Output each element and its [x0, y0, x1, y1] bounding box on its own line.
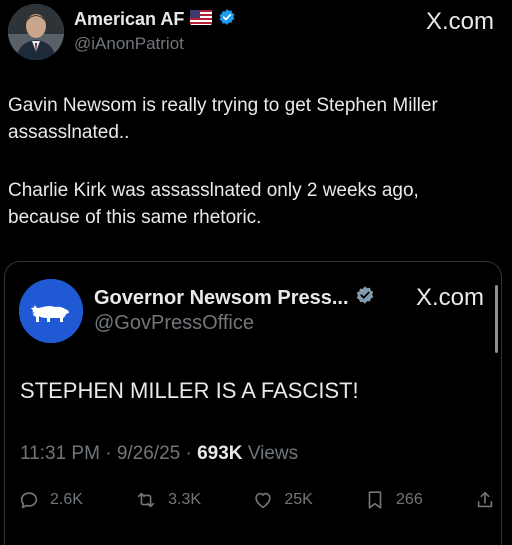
bookmark-button[interactable]: 266	[364, 488, 423, 512]
quote-text: STEPHEN MILLER IS A FASCIST!	[20, 378, 359, 403]
quote-author-name-text: Governor Newsom Press...	[94, 286, 349, 309]
xcom-brand: X.com	[426, 8, 494, 36]
post-metadata: 11:31 PM · 9/26/25 · 693K Views	[20, 443, 298, 465]
bookmark-count: 266	[396, 491, 423, 508]
avatar-image	[8, 4, 64, 60]
author-avatar[interactable]	[8, 4, 64, 60]
views-label: Views	[247, 443, 299, 464]
us-flag-icon	[190, 9, 213, 30]
share-button[interactable]	[474, 489, 496, 511]
reply-button[interactable]: 2.6K	[18, 489, 83, 511]
like-button[interactable]: 25K	[252, 489, 313, 511]
verified-badge-icon	[218, 8, 236, 31]
views-count: 693K	[197, 443, 243, 464]
scrollbar[interactable]	[495, 285, 498, 353]
reply-icon	[20, 492, 38, 509]
bookmark-icon	[368, 491, 382, 509]
quote-xcom-brand: X.com	[415, 284, 484, 311]
quote-avatar[interactable]	[19, 279, 83, 343]
post-paragraph-1: Gavin Newsom is really trying to get Ste…	[8, 95, 438, 143]
author-name-text: American AF	[74, 9, 185, 29]
meta-separator: ·	[105, 443, 117, 464]
repost-count: 3.3K	[168, 491, 202, 508]
meta-separator: ·	[185, 443, 198, 464]
california-bear-icon	[19, 279, 83, 343]
heart-icon	[255, 492, 272, 509]
gray-verified-badge-icon	[355, 285, 375, 311]
repost-button[interactable]: 3.3K	[134, 489, 201, 511]
quote-author-name[interactable]: Governor Newsom Press...	[94, 285, 375, 311]
quote-author-handle[interactable]: @GovPressOffice	[94, 312, 254, 335]
reply-count: 2.6K	[50, 491, 83, 508]
like-count: 25K	[284, 491, 313, 508]
post-paragraph-2: Charlie Kirk was assasslnated only 2 wee…	[8, 180, 419, 228]
xcom-text: X.com	[425, 8, 494, 35]
author-handle[interactable]: @iAnonPatriot	[74, 34, 184, 54]
post-time[interactable]: 11:31 PM	[20, 443, 100, 464]
post-date[interactable]: 9/26/25	[117, 443, 180, 464]
repost-icon	[137, 492, 155, 508]
share-icon	[477, 491, 493, 508]
action-bar: 2.6K 3.3K 25K 266	[18, 485, 496, 515]
author-name[interactable]: American AF	[74, 8, 236, 31]
